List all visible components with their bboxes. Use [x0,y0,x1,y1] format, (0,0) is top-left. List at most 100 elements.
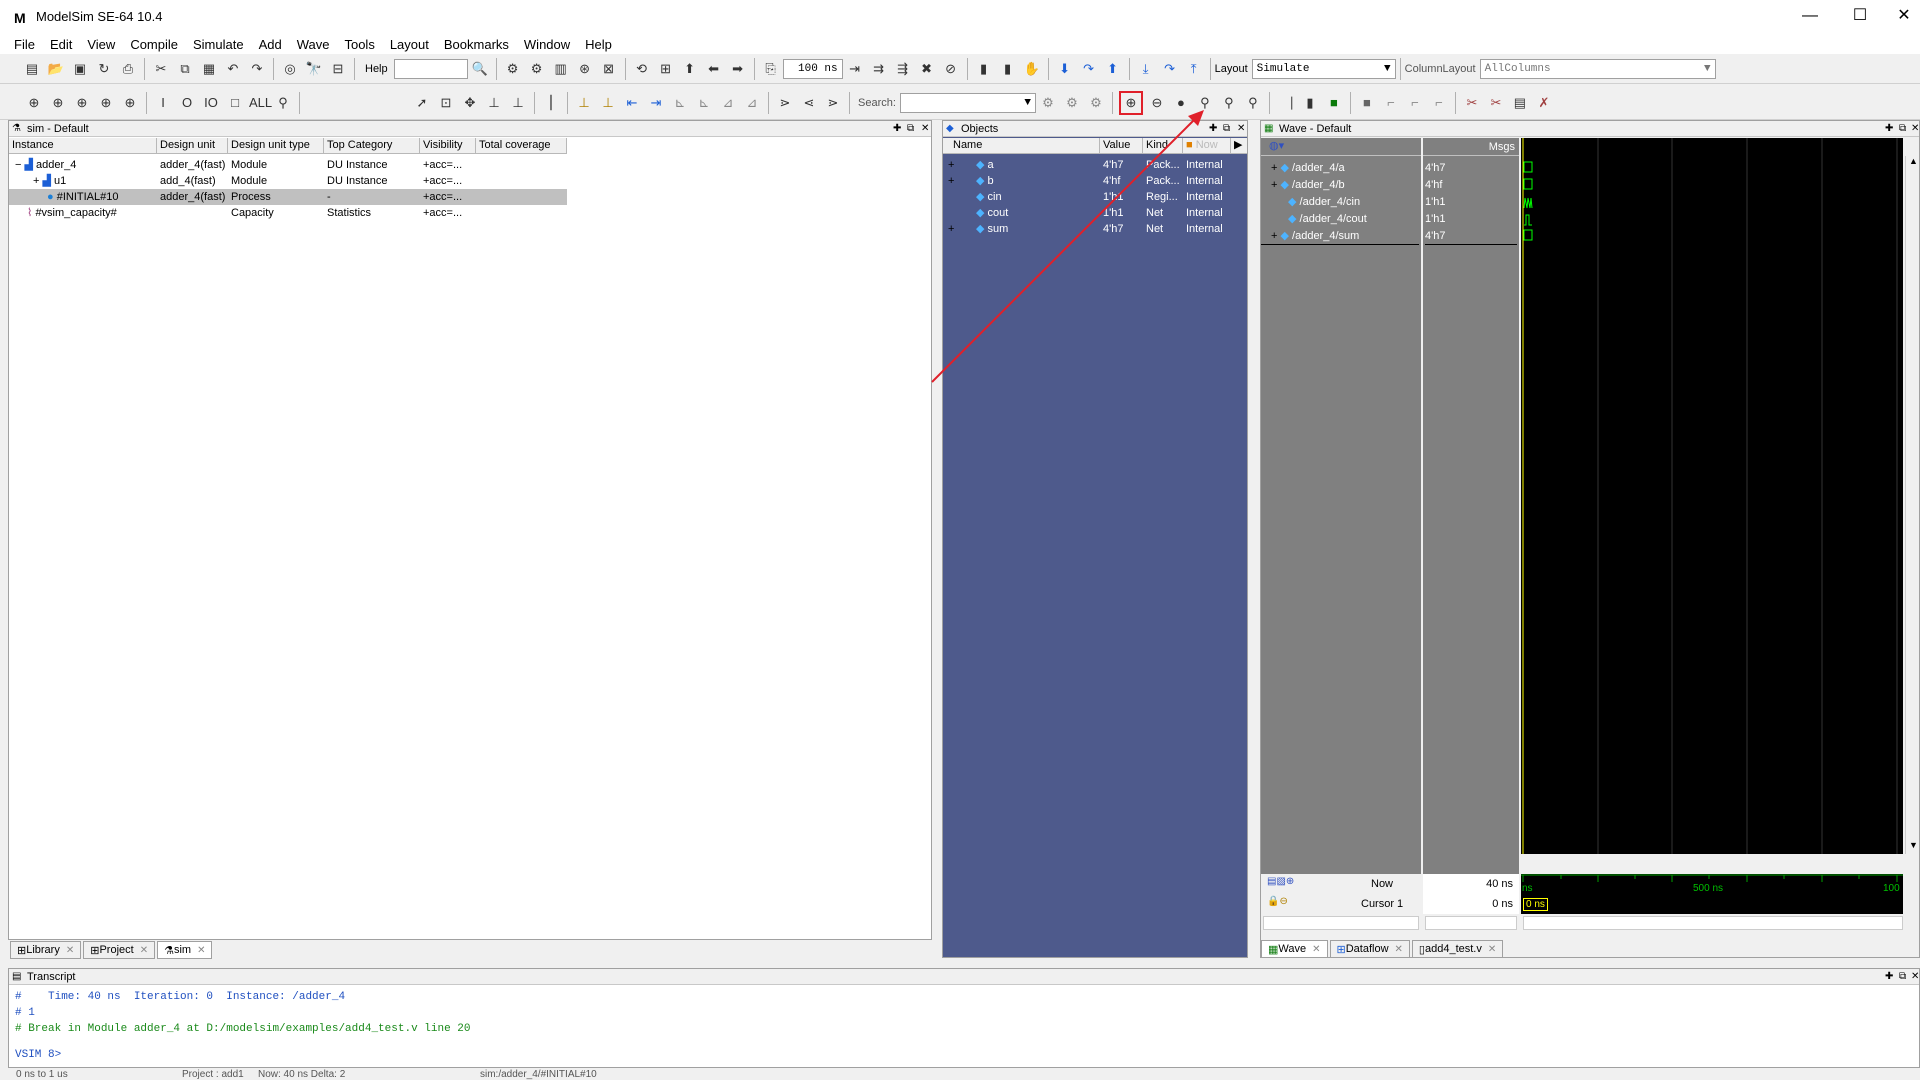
wave-dark-icon[interactable]: ▮ [1300,93,1320,113]
restart-sim-icon[interactable]: ⎘ [761,59,781,79]
col-value[interactable]: Value [1100,138,1143,153]
transcript-prompt[interactable]: VSIM 8> [15,1047,470,1063]
pan-icon[interactable]: ✥ [460,93,480,113]
menu-help[interactable]: Help [585,37,612,52]
close-icon[interactable]: ✕ [1395,944,1403,955]
pane-close-icon[interactable]: ✕ [1911,969,1919,985]
delta-icon[interactable]: ⋖ [799,93,819,113]
wave-edge-3-icon[interactable]: ⌐ [1429,93,1449,113]
table-row[interactable]: ⌇ #vsim_capacity# Capacity Statistics +a… [9,205,567,221]
wave-signal-row[interactable]: ◆ /adder_4/cout [1261,211,1419,228]
list-item[interactable]: + ◆ b 4'hf Pack... Internal [943,173,1247,189]
stop-icon[interactable]: ⊘ [941,59,961,79]
col-design-unit-type[interactable]: Design unit type [228,138,324,153]
zoom-in-icon[interactable]: ⊕ [1118,90,1143,115]
col-instance[interactable]: Instance [9,138,157,153]
step-icon[interactable]: ⬇ [1055,59,1075,79]
close-icon[interactable]: ✕ [1312,944,1320,955]
menu-file[interactable]: File [14,37,35,52]
tab-library[interactable]: ⊞ Library ✕ [10,941,82,959]
menu-add[interactable]: Add [259,37,282,52]
col-kind[interactable]: Kind [1143,138,1183,153]
simulate-icon[interactable]: ⊛ [575,59,595,79]
pane-undock-icon[interactable]: ✚ [1209,121,1217,137]
cursor-tag[interactable]: 0 ns [1523,898,1548,911]
col-total-coverage[interactable]: Total coverage [476,138,567,153]
compile-all-icon[interactable]: ⚙ [527,59,547,79]
menu-wave[interactable]: Wave [297,37,330,52]
close-icon[interactable]: ✕ [1488,944,1496,955]
wave-edge-1-icon[interactable]: ⌐ [1381,93,1401,113]
collapse-icon[interactable]: ⊟ [328,59,348,79]
tree-toggle-icon[interactable]: + [943,157,973,173]
print-icon[interactable]: ⎙ [118,59,138,79]
menu-tools[interactable]: Tools [344,37,374,52]
continue-run-icon[interactable]: ⇉ [869,59,889,79]
insert-cursor-icon[interactable]: ⎮ [541,93,561,113]
tree-toggle-icon[interactable]: + [1261,230,1277,242]
redo-icon[interactable]: ↷ [247,59,267,79]
tree-toggle-icon[interactable]: − [15,159,21,171]
scroll-down-icon[interactable]: ▼ [1909,840,1918,850]
pane-maximize-icon[interactable]: ⧉ [1223,121,1230,137]
select-pointer-icon[interactable]: ➚ [412,93,432,113]
pane-maximize-icon[interactable]: ⧉ [1899,121,1906,137]
zoom-mode-icon[interactable]: ⊡ [436,93,456,113]
values-horizontal-scrollbar[interactable] [1425,916,1517,930]
wave-display[interactable] [1521,138,1903,854]
help-search-input[interactable] [393,58,468,79]
expand-time-icon[interactable]: ⋗ [775,93,795,113]
search-options-icon[interactable]: ⚙ [1038,93,1058,113]
paste-icon[interactable]: ▦ [199,59,219,79]
environment-icon[interactable]: ⊞ [656,59,676,79]
tab-dataflow[interactable]: ⊞ Dataflow ✕ [1329,940,1410,958]
restart-icon[interactable]: ⟲ [632,59,652,79]
wave-color-icon[interactable]: ⎹ [1276,93,1296,113]
performance-icon[interactable]: ▮ [974,59,994,79]
open-folder-icon[interactable]: 📂 [46,59,66,79]
wave-ruler[interactable]: ns 500 ns 100 0 ns [1521,874,1903,914]
next-transition-icon[interactable]: ⇥ [646,93,666,113]
zoom-out-icon[interactable]: ⊖ [1147,93,1167,113]
step-out-icon[interactable]: ⬆ [1103,59,1123,79]
pane-maximize-icon[interactable]: ⧉ [907,121,914,137]
run-icon[interactable]: ⇥ [845,59,865,79]
tree-toggle-icon[interactable]: + [33,175,39,187]
cursor-add-icon[interactable]: ▤▧⊕ [1267,876,1294,887]
close-icon[interactable]: ✕ [66,945,74,956]
close-icon[interactable]: ✕ [197,945,205,956]
tab-project[interactable]: ⊞ Project ✕ [83,941,156,959]
breakpoint-icon[interactable]: ◎ [280,59,300,79]
help-search-icon[interactable]: 🔍 [470,59,490,79]
prev-rising-icon[interactable]: ⊿ [718,93,738,113]
col-top-category[interactable]: Top Category [324,138,420,153]
tree-toggle-icon[interactable]: + [1261,162,1277,174]
step-into-icon[interactable]: ⤓ [1136,59,1156,79]
list-item[interactable]: ◆ cin 1'h1 Regi... Internal [943,189,1247,205]
add-list-icon[interactable]: ⊕ [48,93,68,113]
remove-icon[interactable]: ✂ [1486,93,1506,113]
wave-vertical-scrollbar[interactable]: ▲ ▼ [1905,156,1919,854]
compile-out-of-date-icon[interactable]: ▥ [551,59,571,79]
new-file-icon[interactable]: ▤ [22,59,42,79]
zoom-full-icon[interactable]: ● [1171,93,1191,113]
internal-filter-icon[interactable]: □ [225,93,245,113]
step-over-2-icon[interactable]: ↷ [1160,59,1180,79]
pane-maximize-icon[interactable]: ⧉ [1899,969,1906,985]
menu-simulate[interactable]: Simulate [193,37,244,52]
names-horizontal-scrollbar[interactable] [1263,916,1419,930]
step-over-icon[interactable]: ↷ [1079,59,1099,79]
copy-icon[interactable]: ⧉ [175,59,195,79]
back-arrow-icon[interactable]: ⬅ [704,59,724,79]
run-length-input[interactable] [782,58,843,79]
maximize-button[interactable]: ☐ [1848,6,1872,26]
tree-toggle-icon[interactable]: + [943,221,973,237]
table-row[interactable]: − ▟ adder_4 adder_4(fast) Module DU Inst… [9,157,567,173]
pin-icon[interactable]: ⚲ [273,93,293,113]
column-layout-select[interactable]: AllColumns ▼ [1479,58,1716,79]
undo-icon[interactable]: ↶ [223,59,243,79]
input-filter-icon[interactable]: I [153,93,173,113]
wave-signal-row[interactable]: + ◆ /adder_4/b [1261,177,1419,194]
break-icon[interactable]: ⊠ [599,59,619,79]
save-icon[interactable]: ▣ [70,59,90,79]
